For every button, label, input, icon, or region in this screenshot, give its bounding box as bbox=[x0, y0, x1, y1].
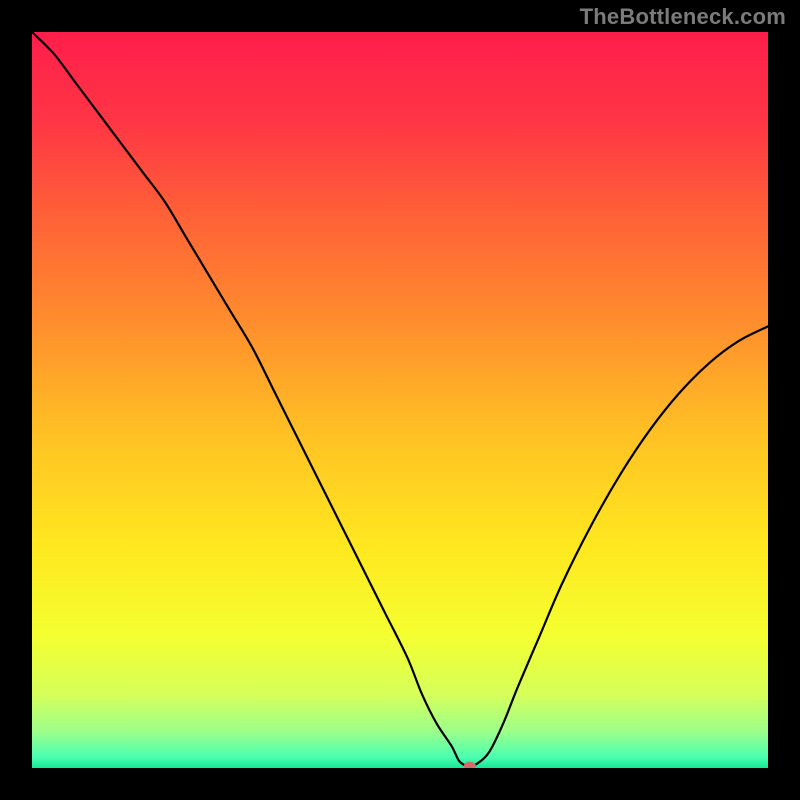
gradient-background bbox=[32, 32, 768, 768]
chart-frame: TheBottleneck.com bbox=[0, 0, 800, 800]
plot-area bbox=[32, 32, 768, 768]
bottleneck-chart bbox=[32, 32, 768, 768]
watermark-label: TheBottleneck.com bbox=[580, 4, 786, 30]
